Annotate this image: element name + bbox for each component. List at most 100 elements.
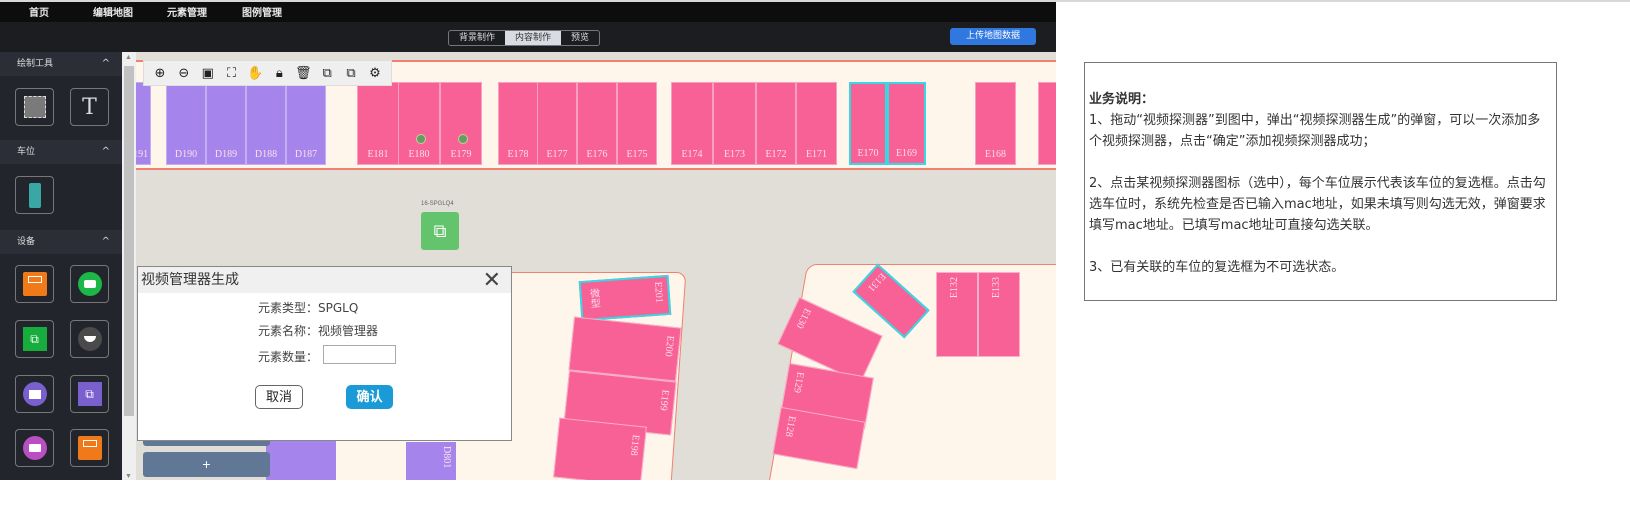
nav-edit-map[interactable]: 编辑地图 — [93, 4, 133, 19]
parking-spot[interactable]: D187 — [286, 82, 326, 165]
device-dome-camera[interactable] — [70, 320, 109, 358]
tab-preview[interactable]: 预览 — [561, 31, 599, 45]
scroll-up-icon[interactable]: ▲ — [125, 54, 132, 61]
device-manager-purple[interactable]: ⧉ — [70, 375, 109, 413]
device-display-screen-2[interactable] — [70, 429, 109, 467]
parking-spot[interactable]: E133 — [978, 272, 1020, 357]
parking-spot[interactable]: E178 — [498, 82, 538, 165]
camera-marker-icon[interactable] — [458, 134, 468, 144]
notes-title: 业务说明： — [1089, 92, 1155, 107]
video-manager-device[interactable]: ⧉ — [421, 212, 459, 250]
nav-legend-management[interactable]: 图例管理 — [242, 4, 282, 19]
settings-gear-icon[interactable]: ⚙ — [365, 65, 385, 81]
remove-copy-icon[interactable]: ⧉ — [341, 65, 361, 81]
cancel-button[interactable]: 取消 — [255, 385, 303, 409]
spot-label: E174 — [681, 149, 703, 160]
spot-label: E177 — [546, 149, 568, 160]
rectangle-tool[interactable] — [15, 88, 54, 126]
parking-spot[interactable]: E176 — [577, 82, 617, 165]
parking-spot[interactable]: E179 — [440, 82, 482, 165]
spot-label: E179 — [450, 149, 472, 160]
collapse-icon[interactable]: ^ — [102, 52, 110, 76]
sidebar-scrollbar[interactable]: ▲ ▼ — [122, 52, 136, 480]
mode-tabs: 背景制作 内容制作 预览 — [448, 30, 601, 46]
parking-spot[interactable] — [1038, 82, 1056, 165]
upload-map-data-button[interactable]: 上传地图数据 — [950, 28, 1036, 45]
delete-icon[interactable]: 🗑︎ — [293, 65, 313, 81]
add-button[interactable]: + — [143, 452, 270, 477]
spot-label: E199 — [657, 389, 671, 412]
spot-label: E176 — [586, 149, 608, 160]
parking-spot[interactable]: E175 — [617, 82, 657, 165]
nav-element-management[interactable]: 元素管理 — [167, 4, 207, 19]
fit-view-icon[interactable]: ▣ — [198, 65, 218, 81]
device-display-screen[interactable] — [15, 265, 54, 303]
mode-bar: 背景制作 内容制作 预览 上传地图数据 — [0, 22, 1056, 52]
spot-label: E172 — [765, 149, 787, 160]
camera-marker-icon[interactable] — [416, 134, 426, 144]
parking-spot[interactable]: D191 — [136, 82, 151, 165]
device-video-manager[interactable]: ⧉ — [15, 320, 54, 358]
spot-label: E171 — [805, 149, 828, 160]
section-devices[interactable]: 设备 ^ — [0, 230, 122, 254]
parking-spot[interactable]: E173 — [713, 82, 756, 165]
parking-spot[interactable]: E174 — [671, 82, 713, 165]
field-label: 元素类型： — [258, 301, 319, 315]
parking-spot[interactable]: E132 — [936, 272, 978, 357]
scroll-down-icon[interactable]: ▼ — [125, 473, 132, 480]
element-count-input[interactable] — [323, 345, 396, 364]
rectangle-icon — [23, 96, 46, 118]
note-paragraph: 3、已有关联的车位的复选框为不可选状态。 — [1089, 260, 1345, 275]
zoom-in-icon[interactable]: ⊕ — [150, 65, 170, 81]
element-name-row: 元素名称：视频管理器 — [258, 322, 378, 339]
parking-spot[interactable]: D190 — [166, 82, 206, 165]
map-toolbar: ⊕ ⊖ ▣ ⛶ ✋ 🔒︎ 🗑︎ ⧉ ⧉ ⚙ — [143, 60, 392, 86]
parking-spot[interactable]: E198 — [553, 417, 647, 480]
spot-label: E130 — [793, 306, 813, 331]
tab-background[interactable]: 背景制作 — [449, 31, 505, 45]
spot-label: D189 — [214, 149, 238, 160]
spot-label: E170 — [857, 148, 879, 159]
delete-copy-icon[interactable]: ⧉ — [317, 65, 337, 81]
network-manager-icon: ⧉ — [77, 382, 102, 406]
parking-spot[interactable]: D189 — [206, 82, 246, 165]
text-tool[interactable]: T — [70, 88, 109, 126]
display-screen-icon — [22, 272, 47, 296]
parking-spot[interactable]: D801 — [406, 442, 456, 480]
section-parking[interactable]: 车位 ^ — [0, 140, 122, 164]
parking-spot[interactable]: E172 — [756, 82, 796, 165]
close-icon[interactable]: ✕ — [483, 268, 501, 292]
device-camera[interactable] — [70, 265, 109, 303]
device-detector[interactable] — [15, 375, 54, 413]
parking-spot[interactable]: E181 — [357, 82, 399, 165]
section-drawing-tools[interactable]: 绘制工具 ^ — [0, 52, 122, 76]
spot-label: D188 — [254, 149, 278, 160]
tab-content[interactable]: 内容制作 — [505, 31, 562, 45]
text-icon: T — [82, 94, 97, 120]
parking-spot[interactable]: E171 — [796, 82, 837, 165]
pan-hand-icon[interactable]: ✋ — [246, 65, 266, 81]
parking-spot[interactable]: E180 — [398, 82, 440, 165]
parking-spot-selected[interactable]: E169 — [887, 82, 926, 165]
spot-label: E169 — [895, 148, 918, 159]
zoom-out-icon[interactable]: ⊖ — [174, 65, 194, 81]
parking-spot-icon — [28, 182, 41, 208]
parking-spot-selected[interactable]: E170 — [849, 82, 887, 165]
device-video-camera[interactable] — [15, 429, 54, 467]
parking-spot-tool[interactable] — [15, 176, 54, 214]
collapse-icon[interactable]: ^ — [102, 230, 110, 254]
parking-spot[interactable]: D188 — [246, 82, 286, 165]
spot-label: E132 — [949, 277, 960, 299]
parking-spot[interactable]: E168 — [975, 82, 1016, 165]
scrollbar-thumb[interactable] — [124, 66, 134, 416]
device-label: 16-SPGLQ4 — [421, 201, 454, 207]
top-nav: 首页 编辑地图 元素管理 图例管理 — [0, 2, 1056, 22]
nav-home[interactable]: 首页 — [29, 4, 49, 19]
spot-label: E133 — [991, 277, 1002, 299]
confirm-button[interactable]: 确认 — [346, 385, 393, 409]
collapse-icon[interactable]: ^ — [102, 140, 110, 164]
parking-spot-selected[interactable]: 微型 E201 — [578, 274, 672, 322]
lock-icon[interactable]: 🔒︎ — [269, 65, 289, 81]
parking-spot[interactable]: E177 — [537, 82, 577, 165]
fullscreen-icon[interactable]: ⛶ — [222, 65, 242, 81]
